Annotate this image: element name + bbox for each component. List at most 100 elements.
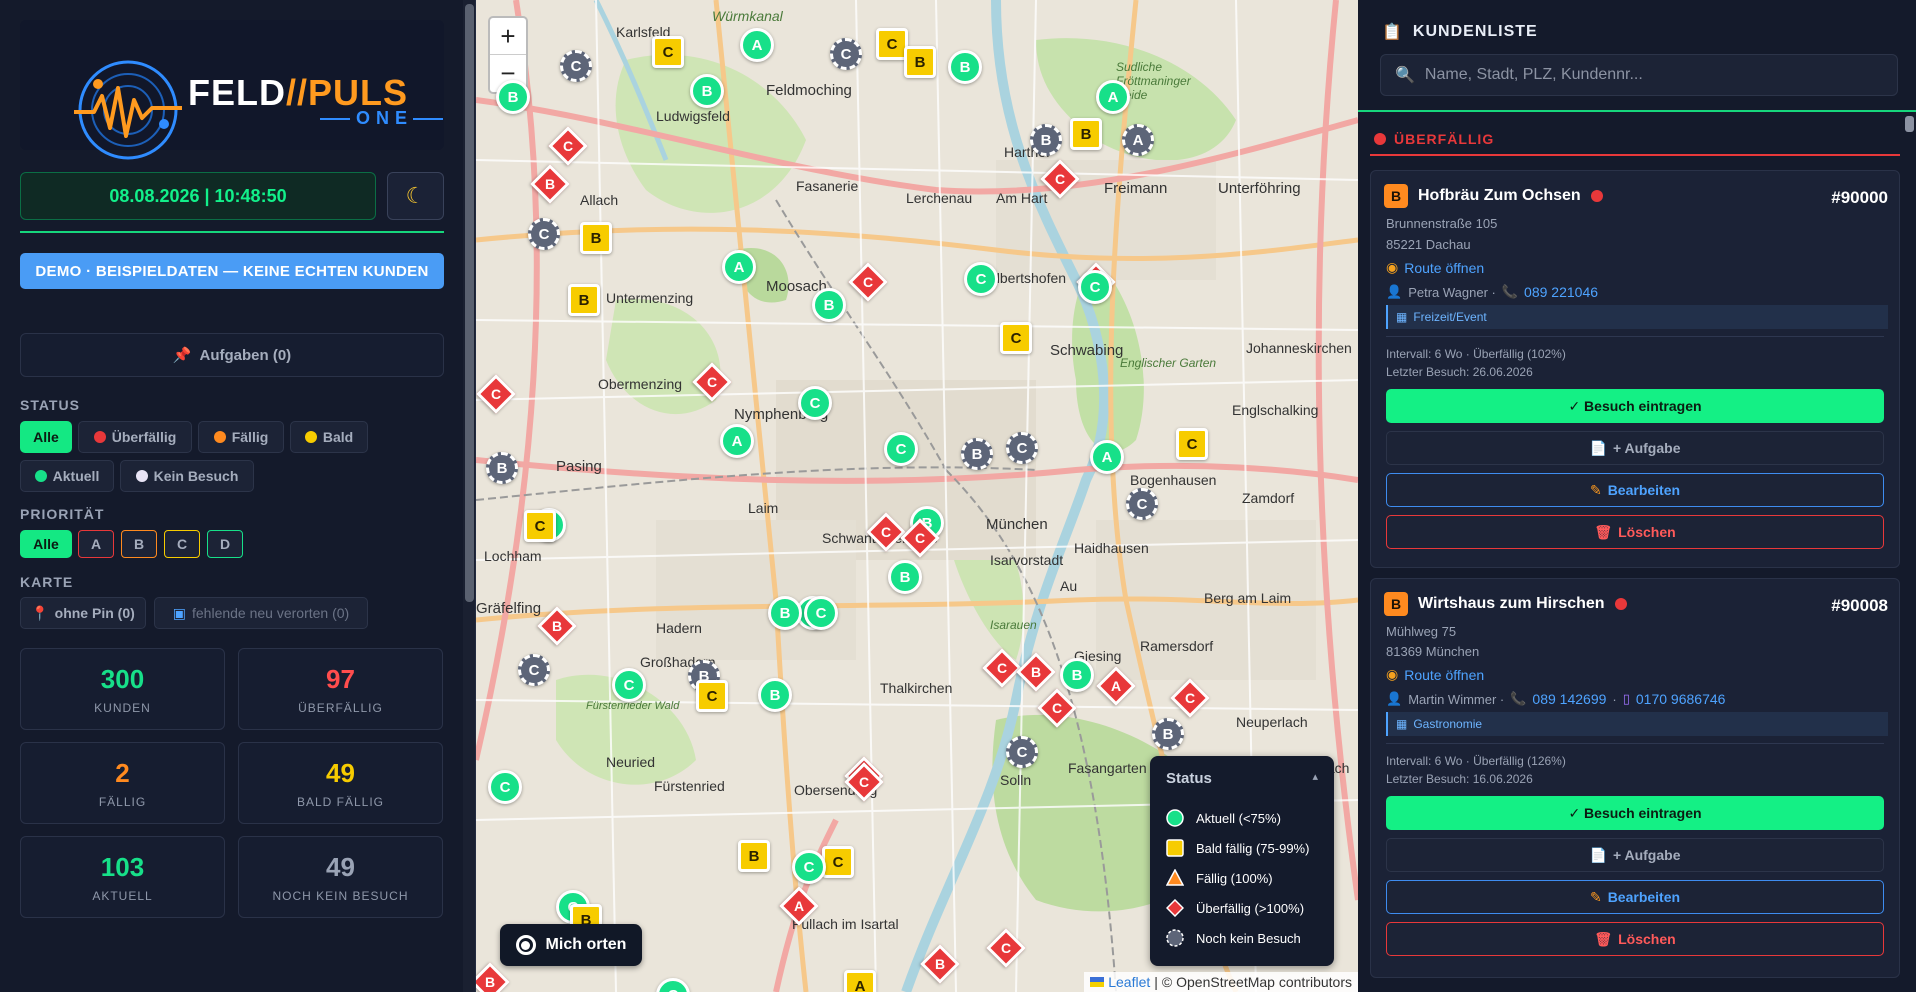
map-marker[interactable]: C	[884, 432, 918, 466]
status-filter-all[interactable]: Alle	[20, 421, 72, 453]
map-marker[interactable]: C	[1176, 428, 1208, 460]
map-marker[interactable]: B	[568, 284, 600, 316]
map-marker[interactable]: C	[1078, 270, 1112, 304]
relocate-button[interactable]: ▣ fehlende neu verorten (0)	[154, 597, 368, 629]
customer-card-header: B Hofbräu Zum Ochsen	[1384, 184, 1603, 208]
status-filter-overdue[interactable]: Überfällig	[78, 421, 192, 453]
map-marker[interactable]: B	[961, 438, 993, 470]
map-marker[interactable]: B	[812, 288, 846, 322]
map-marker[interactable]: C	[652, 36, 684, 68]
chip-label: Alle	[33, 536, 59, 552]
phone-link[interactable]: 089 221046	[1524, 284, 1598, 300]
priority-filter-all[interactable]: Alle	[20, 530, 72, 558]
map-marker[interactable]: B	[888, 560, 922, 594]
orange-dot-icon	[213, 431, 226, 443]
divider	[1386, 743, 1884, 744]
map-marker[interactable]: B	[690, 74, 724, 108]
locate-me-button[interactable]: Mich orten	[500, 924, 642, 966]
priority-filter-b[interactable]: B	[121, 530, 157, 558]
map-marker[interactable]: C	[804, 596, 838, 630]
stat-value: 300	[100, 663, 145, 694]
map-marker[interactable]: B	[1030, 124, 1062, 156]
button-label: Löschen	[1618, 931, 1676, 947]
edit-button[interactable]: ✎ Bearbeiten	[1386, 473, 1884, 507]
map-marker[interactable]: A	[844, 970, 876, 992]
log-visit-button[interactable]: ✓ Besuch eintragen	[1386, 796, 1884, 830]
map-marker[interactable]: B	[1152, 718, 1184, 750]
status-filter-soon[interactable]: Bald	[290, 421, 368, 453]
customer-number: #90000	[1831, 188, 1888, 207]
map-label: Freimann	[1104, 180, 1168, 197]
panel-title: 📋 KUNDENLISTE	[1382, 22, 1538, 42]
priority-filter-d[interactable]: D	[207, 530, 243, 558]
map-marker[interactable]: C	[524, 510, 556, 542]
log-visit-button[interactable]: ✓ Besuch eintragen	[1386, 389, 1884, 423]
map-marker[interactable]: B	[496, 80, 530, 114]
add-task-button[interactable]: 📄 + Aufgabe	[1386, 838, 1884, 872]
map-marker[interactable]: B	[580, 222, 612, 254]
map-marker[interactable]: C	[612, 668, 646, 702]
map-marker[interactable]: C	[1126, 488, 1158, 520]
tasks-button[interactable]: 📌 Aufgaben (0)	[20, 333, 444, 377]
map-label: Laim	[748, 500, 779, 516]
map-marker[interactable]: A	[1122, 124, 1154, 156]
customer-street: Mühlweg 75	[1386, 624, 1457, 639]
sidebar-scrollbar-thumb[interactable]	[465, 4, 474, 602]
map-marker[interactable]: A	[720, 424, 754, 458]
map-marker[interactable]: B	[948, 50, 982, 84]
panel-scrollbar-thumb[interactable]	[1905, 116, 1914, 132]
map-marker[interactable]: A	[722, 250, 756, 284]
add-task-button[interactable]: 📄 + Aufgabe	[1386, 431, 1884, 465]
zoom-in-button[interactable]: +	[490, 18, 526, 55]
search-input[interactable]	[1424, 66, 1885, 84]
map-marker[interactable]: C	[1006, 432, 1038, 464]
status-filter-current[interactable]: Aktuell	[20, 460, 114, 492]
map-marker[interactable]: C	[560, 50, 592, 82]
map-label: Gräfelfing	[476, 600, 542, 617]
map-marker[interactable]: A	[1090, 440, 1124, 474]
collapse-icon[interactable]: ▴	[1312, 770, 1318, 787]
no-pin-button[interactable]: 📍 ohne Pin (0)	[20, 597, 146, 629]
map-marker[interactable]: B	[1060, 658, 1094, 692]
status-filter-no-visit[interactable]: Kein Besuch	[120, 460, 254, 492]
map-marker[interactable]: C	[1006, 736, 1038, 768]
map-marker[interactable]: B	[738, 840, 770, 872]
map-marker[interactable]: C	[1000, 322, 1032, 354]
priority-filter-a[interactable]: A	[78, 530, 114, 558]
map-marker[interactable]: C	[822, 846, 854, 878]
route-link[interactable]: ◉ Route öffnen	[1386, 259, 1484, 276]
map-marker[interactable]: A	[740, 28, 774, 62]
osm-attribution[interactable]: © OpenStreetMap contributors	[1162, 974, 1352, 990]
route-link[interactable]: ◉ Route öffnen	[1386, 666, 1484, 683]
last-visit: Letzter Besuch: 26.06.2026	[1386, 365, 1533, 379]
theme-toggle-button[interactable]: ☾	[387, 172, 444, 220]
map-marker[interactable]: B	[758, 678, 792, 712]
priority-filter-c[interactable]: C	[164, 530, 200, 558]
legend-header[interactable]: Status ▴	[1166, 770, 1318, 787]
edit-button[interactable]: ✎ Bearbeiten	[1386, 880, 1884, 914]
leaflet-link[interactable]: Leaflet	[1108, 974, 1150, 990]
mobile-link[interactable]: 0170 9686746	[1636, 691, 1726, 707]
search-box[interactable]: 🔍	[1380, 54, 1898, 96]
map-marker[interactable]: B	[768, 596, 802, 630]
delete-button[interactable]: 🗑 Löschen	[1386, 515, 1884, 549]
legend-label: Überfällig (>100%)	[1196, 900, 1305, 916]
map-marker[interactable]: C	[792, 850, 826, 884]
chip-label: Aktuell	[52, 468, 100, 484]
map-marker[interactable]: C	[798, 386, 832, 420]
map-marker[interactable]: C	[528, 218, 560, 250]
phone-link[interactable]: 089 142699	[1532, 691, 1606, 707]
map-marker[interactable]: B	[904, 46, 936, 78]
map-marker[interactable]: A	[1096, 80, 1130, 114]
legend-label: Bald fällig (75-99%)	[1196, 840, 1310, 856]
status-filter-due[interactable]: Fällig	[198, 421, 284, 453]
map-marker[interactable]: B	[1070, 118, 1102, 150]
map-marker[interactable]: C	[518, 654, 550, 686]
map-marker[interactable]: C	[696, 680, 728, 712]
map-marker[interactable]: C	[488, 770, 522, 804]
map-marker[interactable]: C	[830, 38, 862, 70]
map-marker[interactable]: B	[486, 452, 518, 484]
delete-button[interactable]: 🗑 Löschen	[1386, 922, 1884, 956]
map-marker[interactable]: C	[964, 262, 998, 296]
map[interactable]: Karlsfeld Würmkanal Feldmoching Ludwigsf…	[476, 0, 1358, 992]
